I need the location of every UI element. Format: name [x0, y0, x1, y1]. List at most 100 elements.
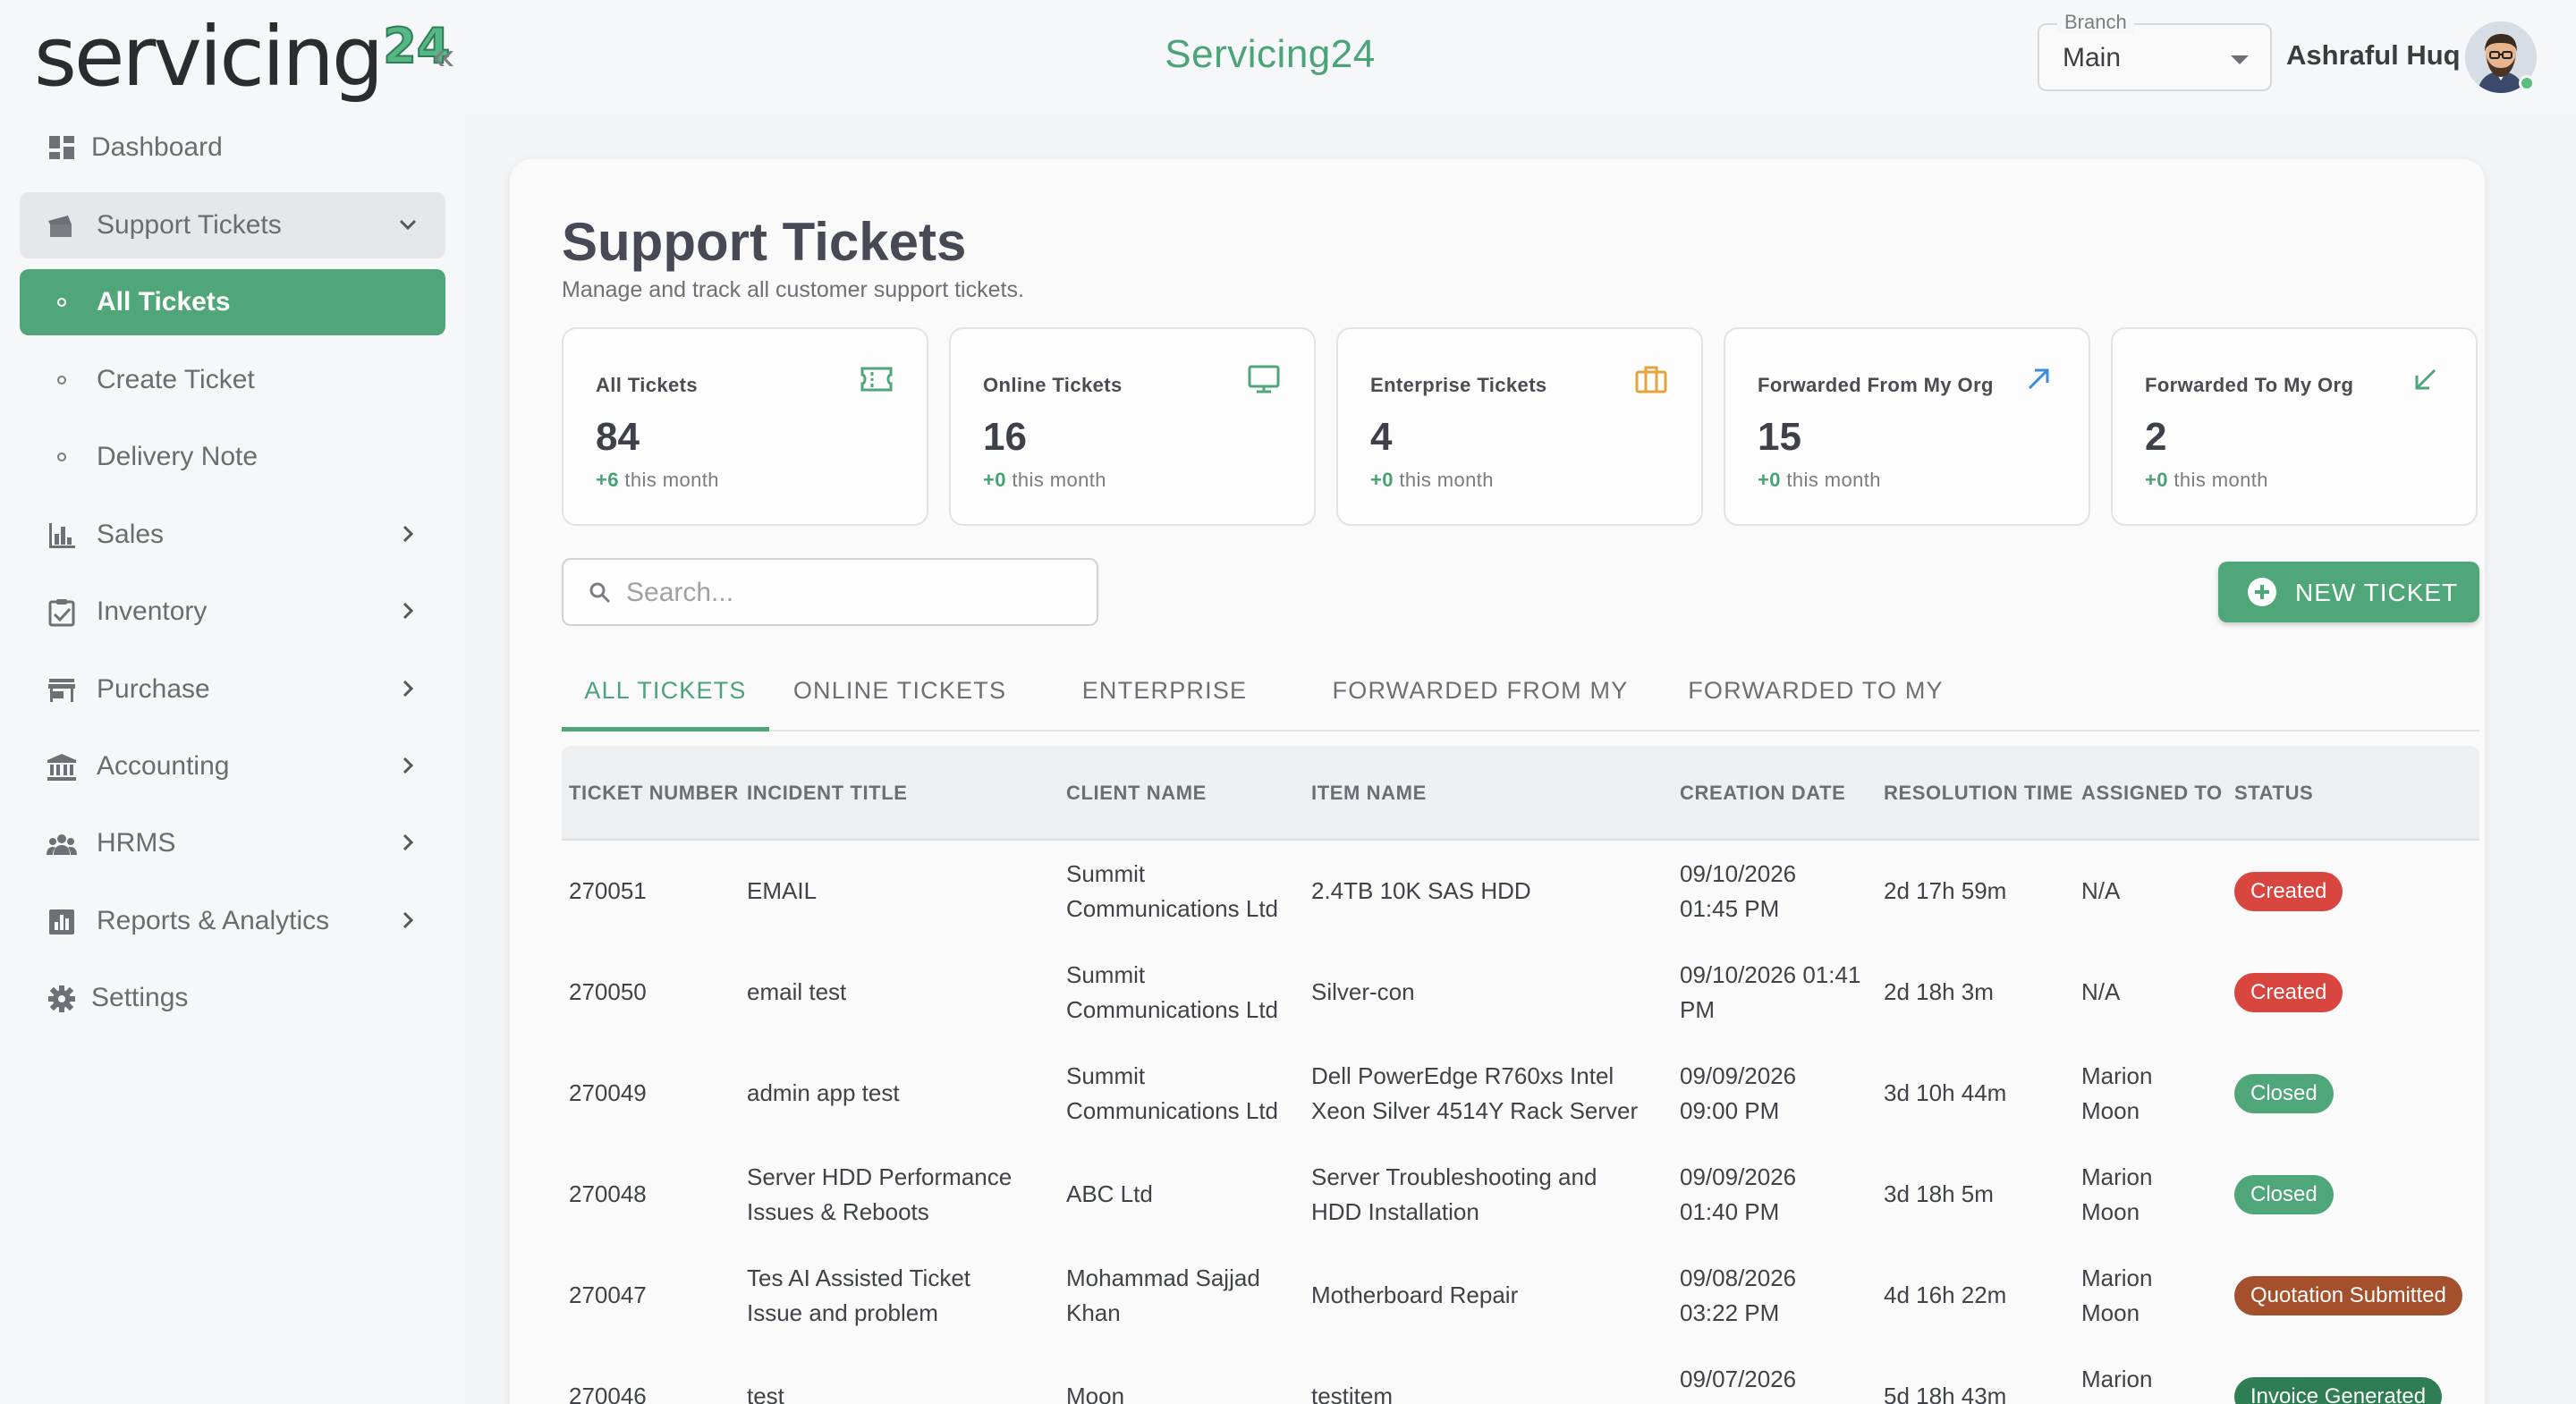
table-header: TICKET NUMBER INCIDENT TITLE CLIENT NAME… — [562, 746, 2479, 841]
stat-card-forwarded-to[interactable]: Forwarded To My Org 2 +0 this month — [2111, 327, 2478, 526]
item-name-cell: 2.4TB 10K SAS HDD — [1311, 874, 1531, 909]
stat-card-all-tickets[interactable]: All Tickets 84 +6 this month — [562, 327, 928, 526]
stat-card-online-tickets[interactable]: Online Tickets 16 +0 this month — [949, 327, 1316, 526]
assigned-to-cell: Marion Moon — [2081, 1160, 2152, 1230]
assigned-to-line: Marion — [2081, 1264, 2153, 1291]
item-name-line: 2.4TB 10K SAS HDD — [1311, 877, 1531, 904]
sidebar-item-label: Delivery Note — [97, 442, 258, 471]
status-badge[interactable]: Closed — [2234, 1073, 2334, 1113]
ticket-number: 270051 — [569, 877, 647, 904]
sidebar-item-label: Support Tickets — [97, 210, 282, 240]
tab-all-tickets[interactable]: ALL TICKETS — [562, 655, 769, 732]
stat-delta-number: +0 — [1370, 469, 1394, 491]
assigned-to-line: N/A — [2081, 877, 2121, 904]
app-title: Servicing24 — [1165, 32, 1376, 76]
sidebar-item-reports-analytics[interactable]: Reports & Analytics — [20, 888, 445, 954]
stat-delta-suffix: this month — [1780, 469, 1881, 491]
sidebar-item-dashboard[interactable]: Dashboard — [20, 114, 445, 181]
table-row[interactable]: 270051 EMAIL Summit Communications Ltd 2.4TB… — [562, 841, 2479, 942]
stat-value: 84 — [596, 415, 640, 459]
status-badge[interactable]: Closed — [2234, 1174, 2334, 1214]
stat-card-forwarded-from[interactable]: Forwarded From My Org 15 +0 this month — [1724, 327, 2090, 526]
sidebar-item-settings[interactable]: Settings — [20, 965, 445, 1031]
sidebar-item-label: Accounting — [97, 751, 230, 781]
column-header[interactable]: CLIENT NAME — [1066, 782, 1207, 805]
incident-title-cell: test — [747, 1379, 784, 1404]
tab-forwarded-to-my-org[interactable]: FORWARDED TO MY ORG — [1662, 655, 1970, 775]
incident-title-line: Server HDD Performance — [747, 1163, 1013, 1190]
sidebar-item-accounting[interactable]: Accounting — [20, 733, 445, 799]
sidebar-item-label: Inventory — [97, 596, 208, 626]
incident-title-line: Issue and problem — [747, 1298, 938, 1326]
status-badge[interactable]: Created — [2234, 871, 2343, 911]
people-icon — [47, 830, 77, 858]
resolution-time-cell: 2d 17h 59m — [1884, 874, 2006, 909]
sidebar-item-create-ticket[interactable]: Create Ticket — [20, 347, 445, 413]
item-name-line: HDD Installation — [1311, 1197, 1479, 1225]
tab-enterprise-tickets[interactable]: ENTERPRISE TICKETS — [1030, 655, 1299, 775]
assigned-to-cell: N/A — [2081, 874, 2120, 909]
status-badge[interactable]: Created — [2234, 972, 2343, 1012]
column-header[interactable]: RESOLUTION TIME — [1884, 782, 2073, 805]
tab-online-tickets[interactable]: ONLINE TICKETS — [785, 655, 1014, 732]
table-row[interactable]: 270047 Tes AI Assisted Ticket Issue and pr… — [562, 1245, 2479, 1346]
stat-value: 2 — [2145, 415, 2167, 459]
caret-down-icon — [2231, 55, 2249, 64]
creation-date-cell: 09/08/2026 03:22 PM — [1680, 1261, 1796, 1331]
column-header[interactable]: CREATION DATE — [1680, 782, 1845, 805]
sidebar-item-support-tickets[interactable]: Support Tickets — [20, 192, 445, 258]
logo[interactable]: servicing 24 — [34, 13, 451, 102]
stat-delta: +0 this month — [1370, 469, 1494, 492]
assigned-to-line: N/A — [2081, 978, 2121, 1005]
stat-delta-suffix: this month — [1005, 469, 1106, 491]
ticket-number: 270046 — [569, 1383, 647, 1404]
column-header[interactable]: ASSIGNED TO — [2081, 782, 2223, 805]
sidebar-item-purchase[interactable]: Purchase — [20, 656, 445, 723]
sidebar-item-sales[interactable]: Sales — [20, 502, 445, 568]
sidebar-item-delivery-note[interactable]: Delivery Note — [20, 424, 445, 490]
sidebar-item-label: Settings — [91, 983, 189, 1012]
sidebar-item-all-tickets[interactable]: All Tickets — [20, 269, 445, 335]
chevron-right-icon — [397, 909, 419, 931]
client-name-cell: Summit Communications Ltd — [1066, 857, 1278, 926]
search-input[interactable] — [626, 572, 1073, 613]
chevron-right-icon — [397, 523, 419, 545]
stat-label: Enterprise Tickets — [1370, 374, 1547, 396]
status-badge[interactable]: Invoice Generated — [2234, 1376, 2443, 1404]
new-ticket-button[interactable]: NEW TICKET — [2218, 562, 2479, 622]
ticket-number: 270050 — [569, 978, 647, 1005]
ticket-number: 270047 — [569, 1281, 647, 1308]
assigned-to-cell: Marion Moon — [2081, 1261, 2152, 1331]
user-name[interactable]: Ashraful Huq — [2286, 39, 2461, 72]
branch-select[interactable]: Branch Main — [2038, 11, 2272, 91]
sidebar-item-label: Sales — [97, 520, 165, 549]
ticket-icon — [859, 363, 894, 395]
sidebar-item-inventory[interactable]: Inventory — [20, 579, 445, 645]
item-name-cell: Server Troubleshooting and HDD Installati… — [1311, 1160, 1597, 1230]
column-header[interactable]: INCIDENT TITLE — [747, 782, 908, 805]
column-header[interactable]: ITEM NAME — [1311, 782, 1427, 805]
incident-title-line: test — [747, 1383, 784, 1404]
assigned-to-line: Moon — [2081, 1397, 2152, 1404]
stat-label: Online Tickets — [983, 374, 1123, 396]
collapse-sidebar-button[interactable]: « — [426, 36, 462, 77]
sidebar-item-hrms[interactable]: HRMS — [20, 810, 445, 876]
item-name-cell: Dell PowerEdge R760xs Intel Xeon Silver 4… — [1311, 1059, 1638, 1129]
tab-forwarded-from-my-org[interactable]: FORWARDED FROM MY ORG — [1315, 655, 1646, 775]
creation-date-line: 09/07/2026 — [1680, 1365, 1797, 1392]
table-row[interactable]: 270048 Server HDD Performance Issues & Reb… — [562, 1144, 2479, 1245]
column-header[interactable]: STATUS — [2234, 782, 2313, 805]
status-badge[interactable]: Quotation Submitted — [2234, 1275, 2462, 1315]
ticket-number: 270049 — [569, 1079, 647, 1106]
search-box[interactable] — [562, 558, 1098, 626]
stat-delta: +6 this month — [596, 469, 719, 492]
sidebar-item-label: Purchase — [97, 674, 210, 704]
table-row[interactable]: 270049 admin app test Summit Communications… — [562, 1043, 2479, 1144]
table-row[interactable]: 270050 email test Summit Communications Ltd… — [562, 942, 2479, 1043]
column-header[interactable]: TICKET NUMBER — [569, 782, 739, 805]
table-row[interactable]: 270046 test Moon testitem 09/07/2026 01:01 PM… — [562, 1346, 2479, 1404]
ticket-number-cell: 270051 — [569, 874, 647, 909]
creation-date-cell: 09/09/2026 09:00 PM — [1680, 1059, 1796, 1129]
ticket-number-cell: 270047 — [569, 1278, 647, 1313]
stat-card-enterprise-tickets[interactable]: Enterprise Tickets 4 +0 this month — [1336, 327, 1703, 526]
